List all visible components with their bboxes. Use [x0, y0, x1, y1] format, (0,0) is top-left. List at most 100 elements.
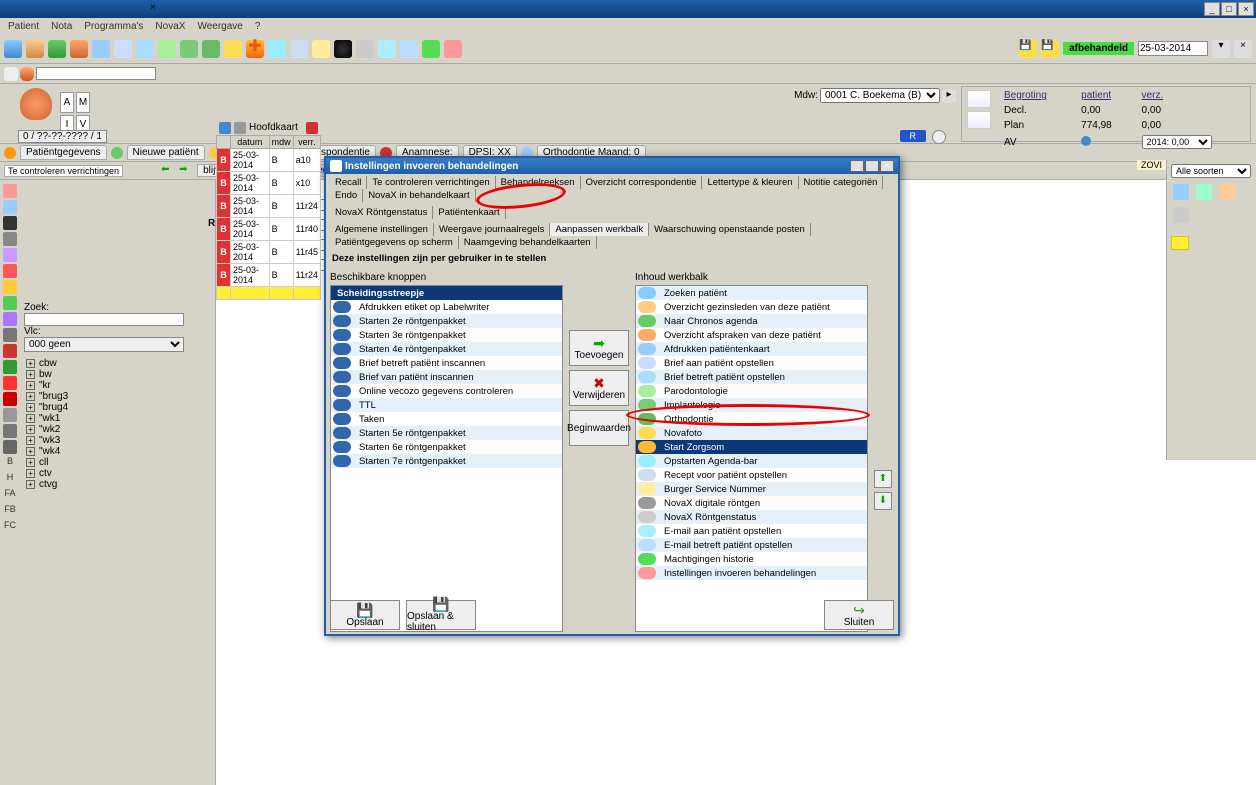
tree-item[interactable]: +cll: [24, 457, 211, 468]
menu-novax[interactable]: NovaX: [155, 21, 185, 32]
dialog-tab[interactable]: Overzicht correspondentie: [581, 176, 703, 189]
rp-icon3[interactable]: [1219, 184, 1235, 200]
am-m[interactable]: M: [76, 92, 90, 113]
left-icon-1[interactable]: [3, 200, 17, 214]
date-dropdown-icon[interactable]: ▾: [1212, 40, 1230, 58]
list-item[interactable]: Orthodontie: [636, 412, 867, 426]
dialog-tab[interactable]: Te controleren verrichtingen: [367, 176, 495, 189]
left-icon-13[interactable]: [3, 392, 17, 406]
dialog-tab[interactable]: Patiëntenkaart: [433, 206, 505, 219]
grid-cell[interactable]: [217, 287, 231, 300]
dialog-tab[interactable]: NovaX in behandelkaart: [363, 189, 475, 202]
menu-weergave[interactable]: Weergave: [197, 21, 242, 32]
left-icon-text-FB[interactable]: FB: [3, 504, 17, 518]
grid-open-icon[interactable]: [234, 122, 246, 134]
rp-icon4[interactable]: [1173, 207, 1189, 223]
tree-toggle-icon[interactable]: +: [26, 359, 35, 368]
tree-item[interactable]: +"brug3: [24, 391, 211, 402]
tree-toggle-icon[interactable]: +: [26, 447, 35, 456]
left-icon-3[interactable]: [3, 232, 17, 246]
tab-patientgegevens[interactable]: Patiëntgegevens: [20, 145, 107, 160]
left-icon-text-B[interactable]: B: [3, 456, 17, 470]
grid-cell[interactable]: [293, 287, 320, 300]
move-up-button[interactable]: ⬆: [874, 470, 892, 488]
tree-toggle-icon[interactable]: +: [26, 425, 35, 434]
list-item[interactable]: Burger Service Nummer: [636, 482, 867, 496]
list-item[interactable]: TTL: [331, 398, 562, 412]
list-item[interactable]: Brief betreft patiënt opstellen: [636, 370, 867, 384]
list-item[interactable]: Starten 5e röntgenpakket: [331, 426, 562, 440]
search-input[interactable]: [36, 67, 156, 80]
list-item[interactable]: Scheidingsstreepje: [331, 286, 562, 300]
email2-icon[interactable]: [400, 40, 418, 58]
remove-button[interactable]: ✖Verwijderen: [569, 370, 629, 406]
letter-icon[interactable]: [114, 40, 132, 58]
list-item[interactable]: Brief betreft patiënt inscannen: [331, 356, 562, 370]
dialog-tab[interactable]: Waarschuwing openstaande posten: [649, 223, 811, 236]
list-item[interactable]: Start Zorgsom: [636, 440, 867, 454]
left-icon-11[interactable]: [3, 360, 17, 374]
list-item[interactable]: Starten 4e röntgenpakket: [331, 342, 562, 356]
tree-item[interactable]: +ctv: [24, 468, 211, 479]
list-item[interactable]: Taken: [331, 412, 562, 426]
list-item[interactable]: Overzicht gezinsleden van deze patiënt: [636, 300, 867, 314]
maximize-button[interactable]: □: [1221, 2, 1237, 16]
list-item[interactable]: Machtigingen historie: [636, 552, 867, 566]
left-icon-0[interactable]: [3, 184, 17, 198]
list-item[interactable]: Brief van patiënt inscannen: [331, 370, 562, 384]
tree-toggle-icon[interactable]: +: [26, 436, 35, 445]
left-icon-9[interactable]: [3, 328, 17, 342]
list-item[interactable]: Naar Chronos agenda: [636, 314, 867, 328]
agenda-icon[interactable]: [268, 40, 286, 58]
grid-col[interactable]: datum: [231, 136, 270, 149]
info-icon[interactable]: [1081, 136, 1091, 146]
mdw-select[interactable]: 0001 C. Boekema (B): [820, 88, 940, 103]
tree-item[interactable]: +bw: [24, 369, 211, 380]
list-item[interactable]: Starten 3e röntgenpakket: [331, 328, 562, 342]
tree-toggle-icon[interactable]: +: [26, 469, 35, 478]
implant-icon[interactable]: [180, 40, 198, 58]
list-item[interactable]: Zoeken patiënt: [636, 286, 867, 300]
list-item[interactable]: Starten 6e röntgenpakket: [331, 440, 562, 454]
dialog-tab[interactable]: Recall: [330, 176, 367, 189]
mdw-action-icon[interactable]: ▸: [942, 89, 956, 103]
reset-button[interactable]: Beginwaarden: [569, 410, 629, 446]
list-item[interactable]: Starten 7e röntgenpakket: [331, 454, 562, 468]
list-item[interactable]: Overzicht afspraken van deze patiënt: [636, 328, 867, 342]
tree-item[interactable]: +"kr: [24, 380, 211, 391]
list-item[interactable]: NovaX digitale röntgen: [636, 496, 867, 510]
novafoto-icon[interactable]: [224, 40, 242, 58]
dialog-max-button[interactable]: □: [865, 160, 879, 172]
tree-toggle-icon[interactable]: +: [26, 392, 35, 401]
arrow-right-icon[interactable]: ➡: [179, 164, 193, 178]
toolbar-contents-list[interactable]: Zoeken patiëntOverzicht gezinsleden van …: [635, 285, 868, 632]
left-icon-16[interactable]: [3, 440, 17, 454]
chronos-icon[interactable]: [48, 40, 66, 58]
list-item[interactable]: Brief aan patiënt opstellen: [636, 356, 867, 370]
list-item[interactable]: NovaX Röntgenstatus: [636, 510, 867, 524]
table-row[interactable]: B25-03-2014B11r24: [217, 195, 321, 218]
letter2-icon[interactable]: [136, 40, 154, 58]
grid-col[interactable]: [217, 136, 231, 149]
list-item[interactable]: Instellingen invoeren behandelingen: [636, 566, 867, 580]
table-row[interactable]: B25-03-2014B11r40: [217, 218, 321, 241]
grid-cell[interactable]: [231, 287, 270, 300]
left-icon-text-H[interactable]: H: [3, 472, 17, 486]
left-icon-text-FC[interactable]: FC: [3, 520, 17, 534]
close-panel-icon[interactable]: ×: [1234, 40, 1252, 58]
dialog-tab[interactable]: Aanpassen werkbalk: [550, 223, 649, 236]
av-select[interactable]: 2014: 0,00: [1142, 135, 1212, 149]
left-icon-10[interactable]: [3, 344, 17, 358]
left-icon-2[interactable]: [3, 216, 17, 230]
email-icon[interactable]: [378, 40, 396, 58]
dialog-tab[interactable]: Patiëntgegevens op scherm: [330, 236, 459, 249]
patient-avatar-icon[interactable]: [20, 67, 34, 81]
tree-item[interactable]: +"wk3: [24, 435, 211, 446]
binoculars-icon[interactable]: [4, 40, 22, 58]
dialog-close-button[interactable]: ×: [880, 160, 894, 172]
save-close-button[interactable]: 💾Opslaan & sluiten: [406, 600, 476, 630]
table-row[interactable]: B25-03-2014Ba10: [217, 149, 321, 172]
calendar-icon[interactable]: [70, 40, 88, 58]
tree-toggle-icon[interactable]: +: [26, 414, 35, 423]
close-button[interactable]: ×: [1238, 2, 1254, 16]
